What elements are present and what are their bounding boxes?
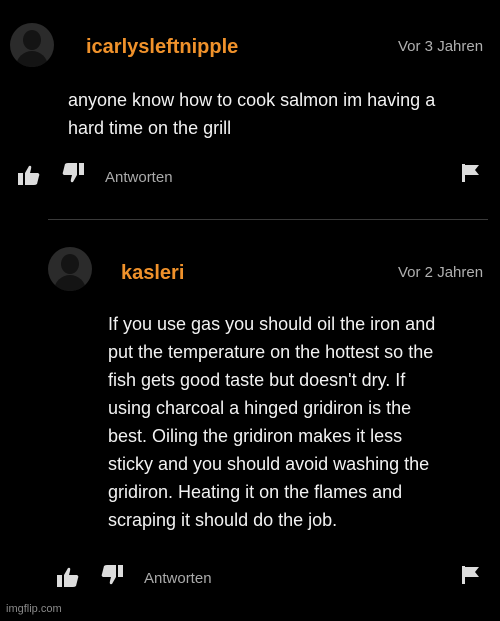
avatar-head [23,30,41,50]
thumbs-up-icon[interactable] [57,567,79,587]
thumbs-down-icon[interactable] [101,565,123,585]
flag-icon[interactable] [462,566,480,584]
comment-timestamp: Vor 2 Jahren [398,264,484,281]
comment-username[interactable]: icarlysleftnipple [86,36,238,59]
comment-username[interactable]: kasleri [121,262,184,285]
flag-icon[interactable] [462,164,480,182]
comment-text: anyone know how to cook salmon im having… [68,90,436,138]
thumbs-down-icon[interactable] [62,163,84,183]
avatar-head [61,254,79,274]
avatar[interactable] [48,247,92,291]
comment-timestamp: Vor 3 Jahren [398,38,484,55]
watermark: imgflip.com [6,603,62,615]
avatar-shoulders [16,51,48,67]
avatar[interactable] [10,23,54,67]
reply-button[interactable]: Antworten [144,570,212,587]
thumbs-up-icon[interactable] [18,165,40,185]
avatar-shoulders [54,275,86,291]
comment-divider [48,219,488,220]
reply-button[interactable]: Antworten [105,169,173,186]
comment-text: If you use gas you should oil the iron a… [108,314,436,530]
